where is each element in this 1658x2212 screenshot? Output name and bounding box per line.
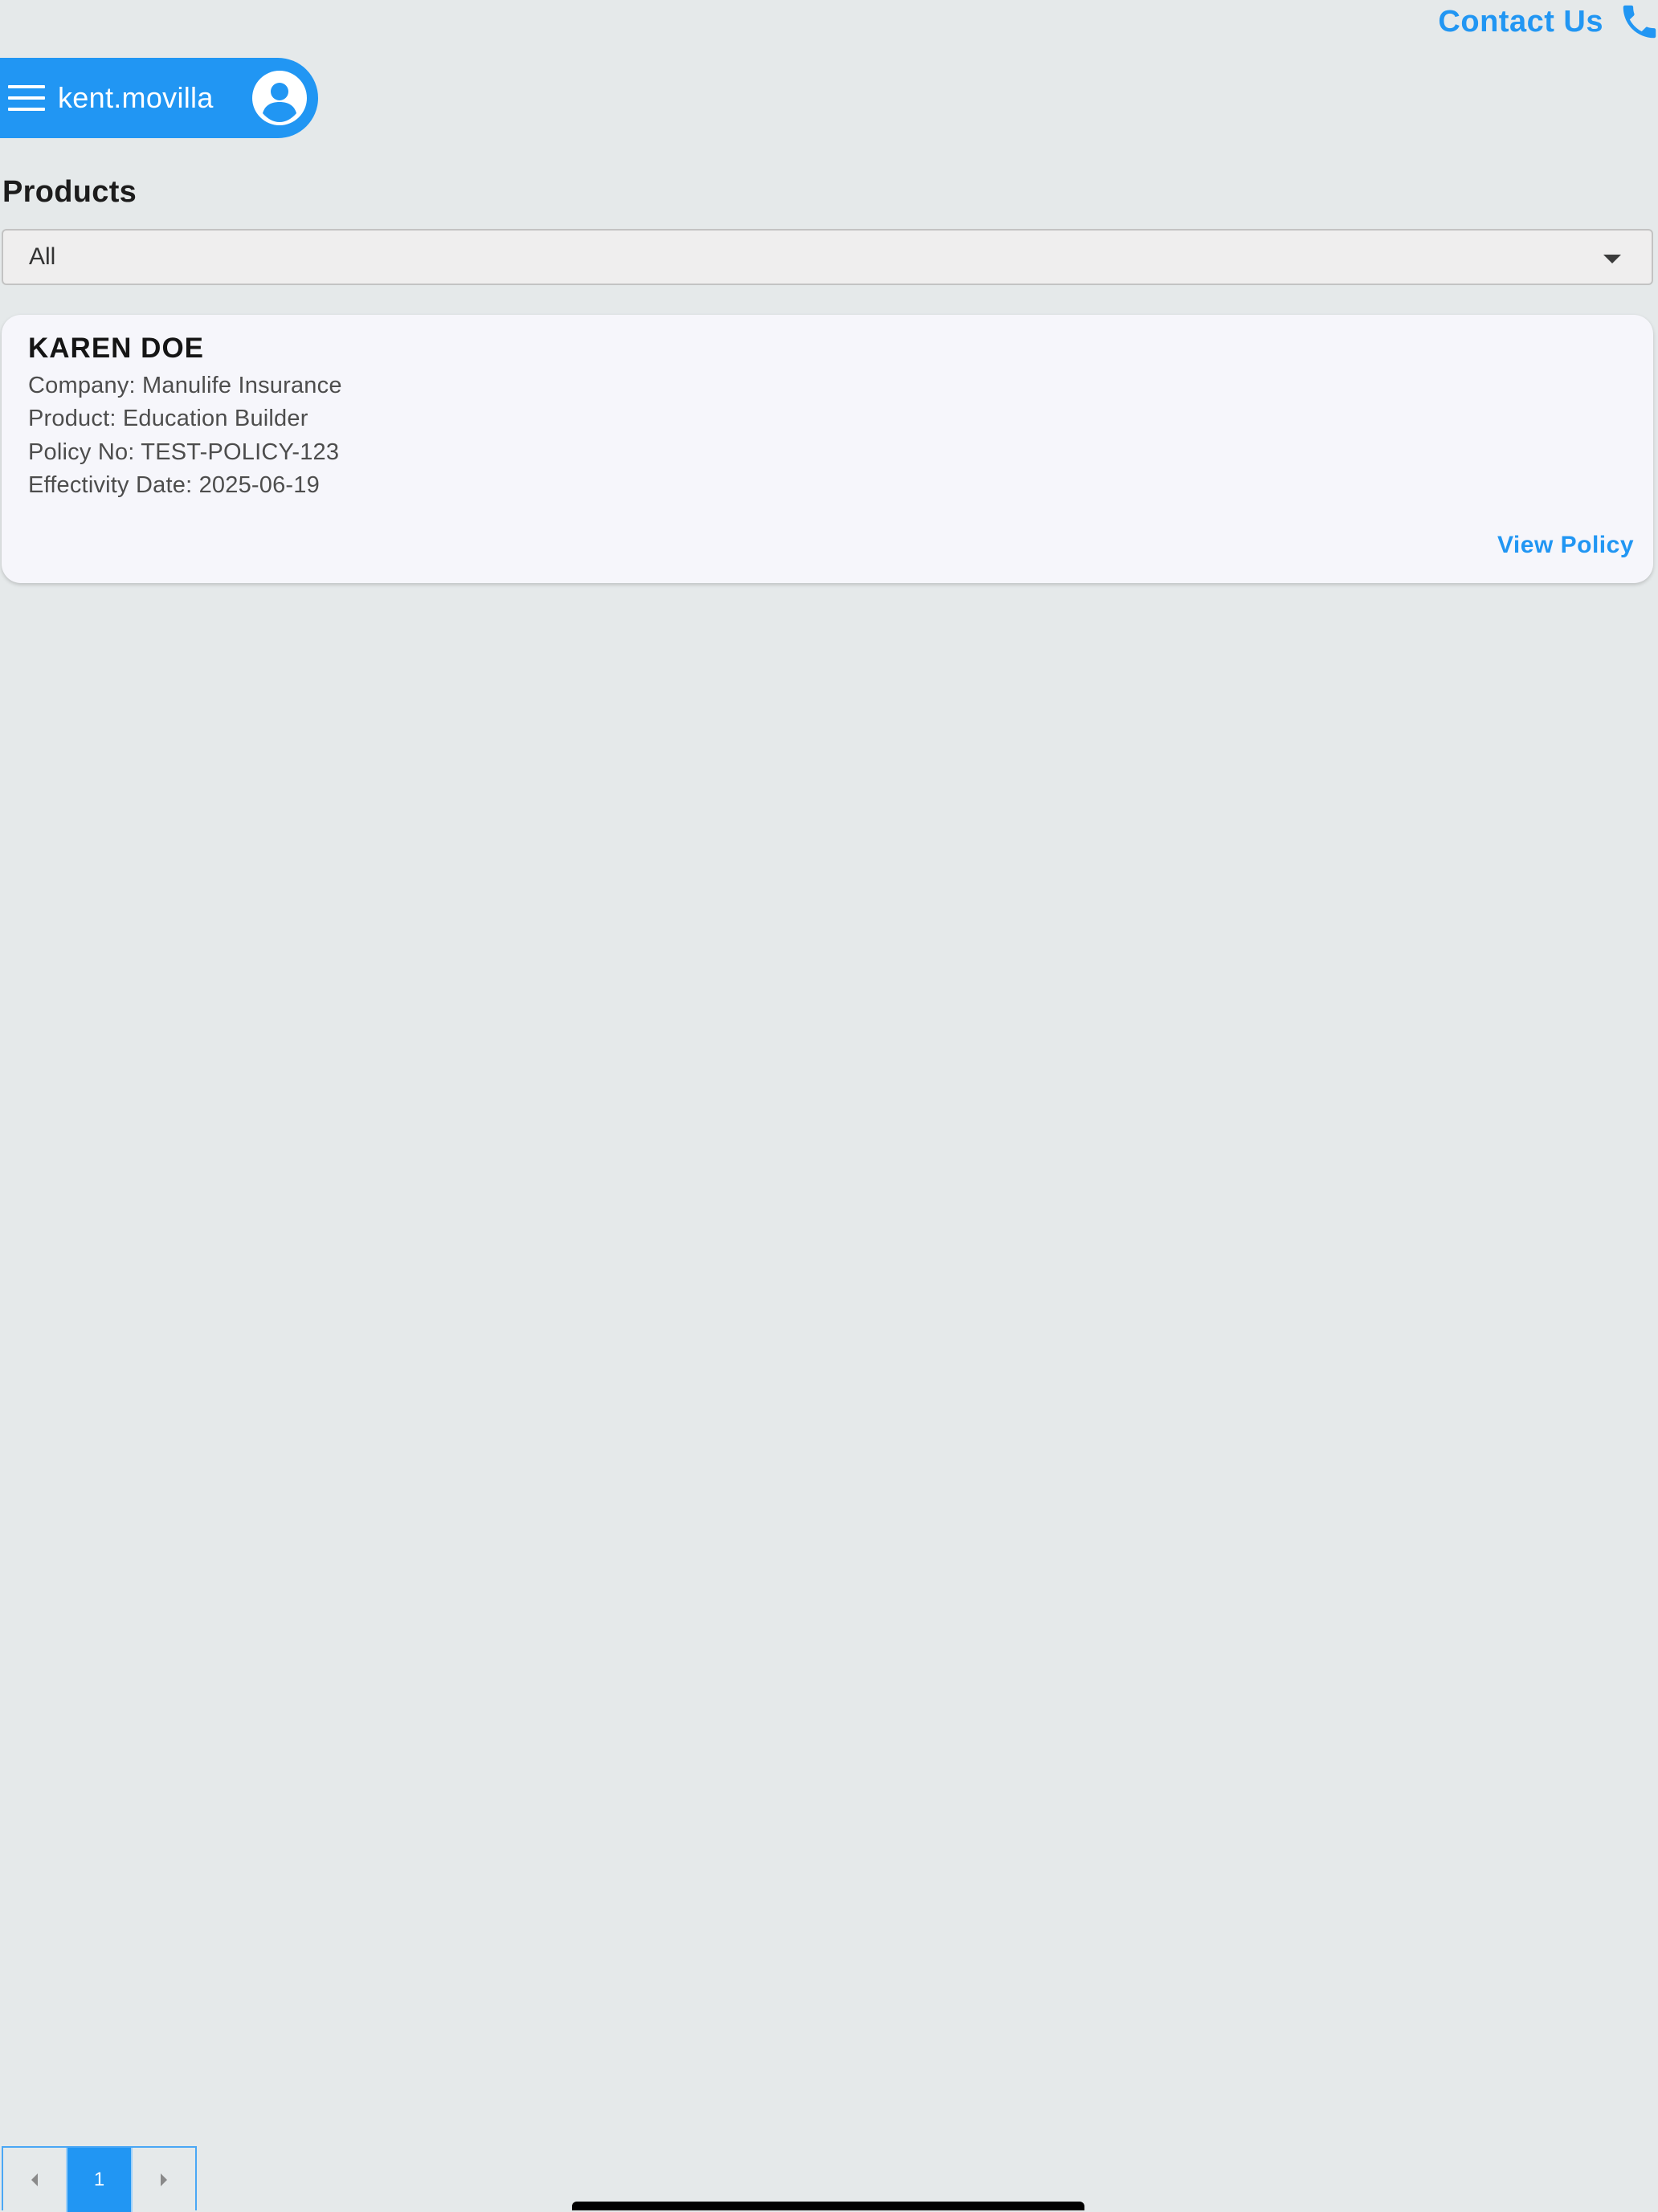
username-label: kent.movilla (58, 81, 214, 114)
policy-company: Company: Manulife Insurance (28, 373, 342, 398)
previous-page-button[interactable] (3, 2148, 67, 2212)
page-number-button[interactable]: 1 (67, 2148, 132, 2212)
policy-card: KAREN DOE Company: Manulife Insurance Pr… (2, 315, 1653, 583)
hamburger-menu-icon[interactable] (6, 83, 47, 113)
products-title: Products (2, 175, 137, 209)
contact-us-button[interactable]: Contact Us (1438, 0, 1658, 43)
view-policy-button[interactable]: View Policy (1497, 532, 1634, 559)
policy-holder-name: KAREN DOE (28, 333, 205, 364)
arrow-right-icon (161, 2173, 168, 2186)
policy-effectivity-date: Effectivity Date: 2025-06-19 (28, 472, 320, 498)
caret-down-icon (1603, 255, 1621, 263)
contact-us-label: Contact Us (1438, 4, 1603, 39)
user-menu-pill[interactable]: kent.movilla (0, 58, 318, 138)
pagination: 1 (2, 2146, 197, 2212)
policy-number: Policy No: TEST-POLICY-123 (28, 439, 340, 465)
product-filter-select[interactable]: All (2, 229, 1653, 285)
phone-icon (1623, 5, 1656, 39)
next-page-button[interactable] (131, 2148, 195, 2212)
home-indicator (572, 2202, 1084, 2210)
product-filter-value: All (29, 243, 56, 270)
policy-product: Product: Education Builder (28, 406, 308, 431)
user-avatar-icon[interactable] (251, 69, 308, 127)
arrow-left-icon (31, 2173, 38, 2186)
